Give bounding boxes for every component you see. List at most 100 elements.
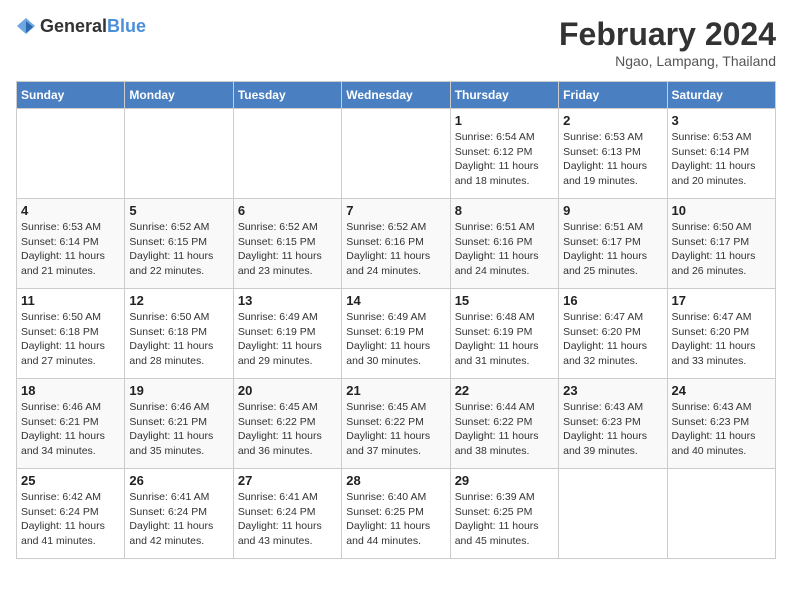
day-info: Sunrise: 6:41 AMSunset: 6:24 PMDaylight:… (129, 490, 228, 549)
calendar-cell: 14Sunrise: 6:49 AMSunset: 6:19 PMDayligh… (342, 289, 450, 379)
day-info: Sunrise: 6:45 AMSunset: 6:22 PMDaylight:… (238, 400, 337, 459)
calendar-cell: 1 Sunrise: 6:54 AMSunset: 6:12 PMDaylight… (450, 109, 558, 199)
calendar: SundayMondayTuesdayWednesdayThursdayFrid… (16, 81, 776, 559)
day-info: Sunrise: 6:50 AMSunset: 6:18 PMDaylight:… (21, 310, 120, 369)
calendar-cell: 16Sunrise: 6:47 AMSunset: 6:20 PMDayligh… (559, 289, 667, 379)
day-info: Sunrise: 6:41 AMSunset: 6:24 PMDaylight:… (238, 490, 337, 549)
day-number: 8 (455, 203, 554, 218)
calendar-cell (667, 469, 775, 559)
day-number: 16 (563, 293, 662, 308)
calendar-cell: 28Sunrise: 6:40 AMSunset: 6:25 PMDayligh… (342, 469, 450, 559)
day-info: Sunrise: 6:51 AMSunset: 6:16 PMDaylight:… (455, 220, 554, 279)
calendar-cell (125, 109, 233, 199)
day-info: Sunrise: 6:54 AMSunset: 6:12 PMDaylight:… (455, 130, 554, 189)
calendar-cell: 24 Sunrise: 6:43 AMSunset: 6:23 PMDayligh… (667, 379, 775, 469)
day-number: 9 (563, 203, 662, 218)
calendar-cell: 25Sunrise: 6:42 AMSunset: 6:24 PMDayligh… (17, 469, 125, 559)
week-row-2: 4 Sunrise: 6:53 AMSunset: 6:14 PMDaylight… (17, 199, 776, 289)
day-number: 5 (129, 203, 228, 218)
day-number: 2 (563, 113, 662, 128)
day-info: Sunrise: 6:44 AMSunset: 6:22 PMDaylight:… (455, 400, 554, 459)
day-number: 22 (455, 383, 554, 398)
day-info: Sunrise: 6:45 AMSunset: 6:22 PMDaylight:… (346, 400, 445, 459)
day-number: 21 (346, 383, 445, 398)
weekday-header-saturday: Saturday (667, 82, 775, 109)
weekday-header-thursday: Thursday (450, 82, 558, 109)
day-info: Sunrise: 6:52 AMSunset: 6:15 PMDaylight:… (238, 220, 337, 279)
calendar-cell: 4 Sunrise: 6:53 AMSunset: 6:14 PMDaylight… (17, 199, 125, 289)
week-row-1: 1 Sunrise: 6:54 AMSunset: 6:12 PMDaylight… (17, 109, 776, 199)
day-info: Sunrise: 6:50 AMSunset: 6:18 PMDaylight:… (129, 310, 228, 369)
calendar-cell: 8 Sunrise: 6:51 AMSunset: 6:16 PMDaylight… (450, 199, 558, 289)
calendar-cell (559, 469, 667, 559)
calendar-cell: 9 Sunrise: 6:51 AMSunset: 6:17 PMDaylight… (559, 199, 667, 289)
calendar-cell: 27Sunrise: 6:41 AMSunset: 6:24 PMDayligh… (233, 469, 341, 559)
day-number: 24 (672, 383, 771, 398)
calendar-cell: 2 Sunrise: 6:53 AMSunset: 6:13 PMDaylight… (559, 109, 667, 199)
day-number: 13 (238, 293, 337, 308)
day-info: Sunrise: 6:53 AMSunset: 6:13 PMDaylight:… (563, 130, 662, 189)
day-number: 25 (21, 473, 120, 488)
day-info: Sunrise: 6:47 AMSunset: 6:20 PMDaylight:… (672, 310, 771, 369)
logo-general-text: General (40, 16, 107, 36)
day-info: Sunrise: 6:43 AMSunset: 6:23 PMDaylight:… (672, 400, 771, 459)
day-info: Sunrise: 6:40 AMSunset: 6:25 PMDaylight:… (346, 490, 445, 549)
calendar-cell: 23Sunrise: 6:43 AMSunset: 6:23 PMDayligh… (559, 379, 667, 469)
logo-icon (16, 17, 36, 37)
day-info: Sunrise: 6:39 AMSunset: 6:25 PMDaylight:… (455, 490, 554, 549)
weekday-header-friday: Friday (559, 82, 667, 109)
day-number: 1 (455, 113, 554, 128)
day-number: 12 (129, 293, 228, 308)
day-info: Sunrise: 6:51 AMSunset: 6:17 PMDaylight:… (563, 220, 662, 279)
calendar-cell: 21 Sunrise: 6:45 AMSunset: 6:22 PMDayligh… (342, 379, 450, 469)
calendar-cell: 22 Sunrise: 6:44 AMSunset: 6:22 PMDayligh… (450, 379, 558, 469)
calendar-cell: 29 Sunrise: 6:39 AMSunset: 6:25 PMDayligh… (450, 469, 558, 559)
calendar-cell: 7Sunrise: 6:52 AMSunset: 6:16 PMDaylight… (342, 199, 450, 289)
title-area: February 2024 Ngao, Lampang, Thailand (559, 16, 776, 69)
weekday-header-wednesday: Wednesday (342, 82, 450, 109)
day-info: Sunrise: 6:50 AMSunset: 6:17 PMDaylight:… (672, 220, 771, 279)
header: GeneralBlue February 2024 Ngao, Lampang,… (16, 16, 776, 69)
day-info: Sunrise: 6:49 AMSunset: 6:19 PMDaylight:… (238, 310, 337, 369)
weekday-header-sunday: Sunday (17, 82, 125, 109)
weekday-header-tuesday: Tuesday (233, 82, 341, 109)
calendar-cell: 10Sunrise: 6:50 AMSunset: 6:17 PMDayligh… (667, 199, 775, 289)
location-title: Ngao, Lampang, Thailand (559, 53, 776, 69)
day-info: Sunrise: 6:46 AMSunset: 6:21 PMDaylight:… (129, 400, 228, 459)
week-row-4: 18Sunrise: 6:46 AMSunset: 6:21 PMDayligh… (17, 379, 776, 469)
day-info: Sunrise: 6:52 AMSunset: 6:15 PMDaylight:… (129, 220, 228, 279)
calendar-cell (342, 109, 450, 199)
day-number: 29 (455, 473, 554, 488)
calendar-cell: 20 Sunrise: 6:45 AMSunset: 6:22 PMDayligh… (233, 379, 341, 469)
calendar-cell: 11 Sunrise: 6:50 AMSunset: 6:18 PMDayligh… (17, 289, 125, 379)
day-info: Sunrise: 6:53 AMSunset: 6:14 PMDaylight:… (21, 220, 120, 279)
calendar-cell: 13 Sunrise: 6:49 AMSunset: 6:19 PMDayligh… (233, 289, 341, 379)
day-info: Sunrise: 6:52 AMSunset: 6:16 PMDaylight:… (346, 220, 445, 279)
calendar-cell (17, 109, 125, 199)
day-info: Sunrise: 6:49 AMSunset: 6:19 PMDaylight:… (346, 310, 445, 369)
calendar-cell: 3 Sunrise: 6:53 AMSunset: 6:14 PMDaylight… (667, 109, 775, 199)
day-number: 3 (672, 113, 771, 128)
day-info: Sunrise: 6:53 AMSunset: 6:14 PMDaylight:… (672, 130, 771, 189)
day-info: Sunrise: 6:48 AMSunset: 6:19 PMDaylight:… (455, 310, 554, 369)
calendar-cell: 26 Sunrise: 6:41 AMSunset: 6:24 PMDayligh… (125, 469, 233, 559)
day-number: 6 (238, 203, 337, 218)
day-number: 17 (672, 293, 771, 308)
day-number: 11 (21, 293, 120, 308)
day-number: 4 (21, 203, 120, 218)
logo-blue-text: Blue (107, 16, 146, 36)
day-number: 26 (129, 473, 228, 488)
calendar-cell: 5 Sunrise: 6:52 AMSunset: 6:15 PMDaylight… (125, 199, 233, 289)
weekday-header-row: SundayMondayTuesdayWednesdayThursdayFrid… (17, 82, 776, 109)
calendar-cell: 15Sunrise: 6:48 AMSunset: 6:19 PMDayligh… (450, 289, 558, 379)
day-info: Sunrise: 6:43 AMSunset: 6:23 PMDaylight:… (563, 400, 662, 459)
calendar-cell: 18Sunrise: 6:46 AMSunset: 6:21 PMDayligh… (17, 379, 125, 469)
logo: GeneralBlue (16, 16, 146, 37)
calendar-cell: 17 Sunrise: 6:47 AMSunset: 6:20 PMDayligh… (667, 289, 775, 379)
day-info: Sunrise: 6:46 AMSunset: 6:21 PMDaylight:… (21, 400, 120, 459)
week-row-3: 11 Sunrise: 6:50 AMSunset: 6:18 PMDayligh… (17, 289, 776, 379)
day-number: 20 (238, 383, 337, 398)
week-row-5: 25Sunrise: 6:42 AMSunset: 6:24 PMDayligh… (17, 469, 776, 559)
calendar-cell: 12 Sunrise: 6:50 AMSunset: 6:18 PMDayligh… (125, 289, 233, 379)
calendar-cell (233, 109, 341, 199)
